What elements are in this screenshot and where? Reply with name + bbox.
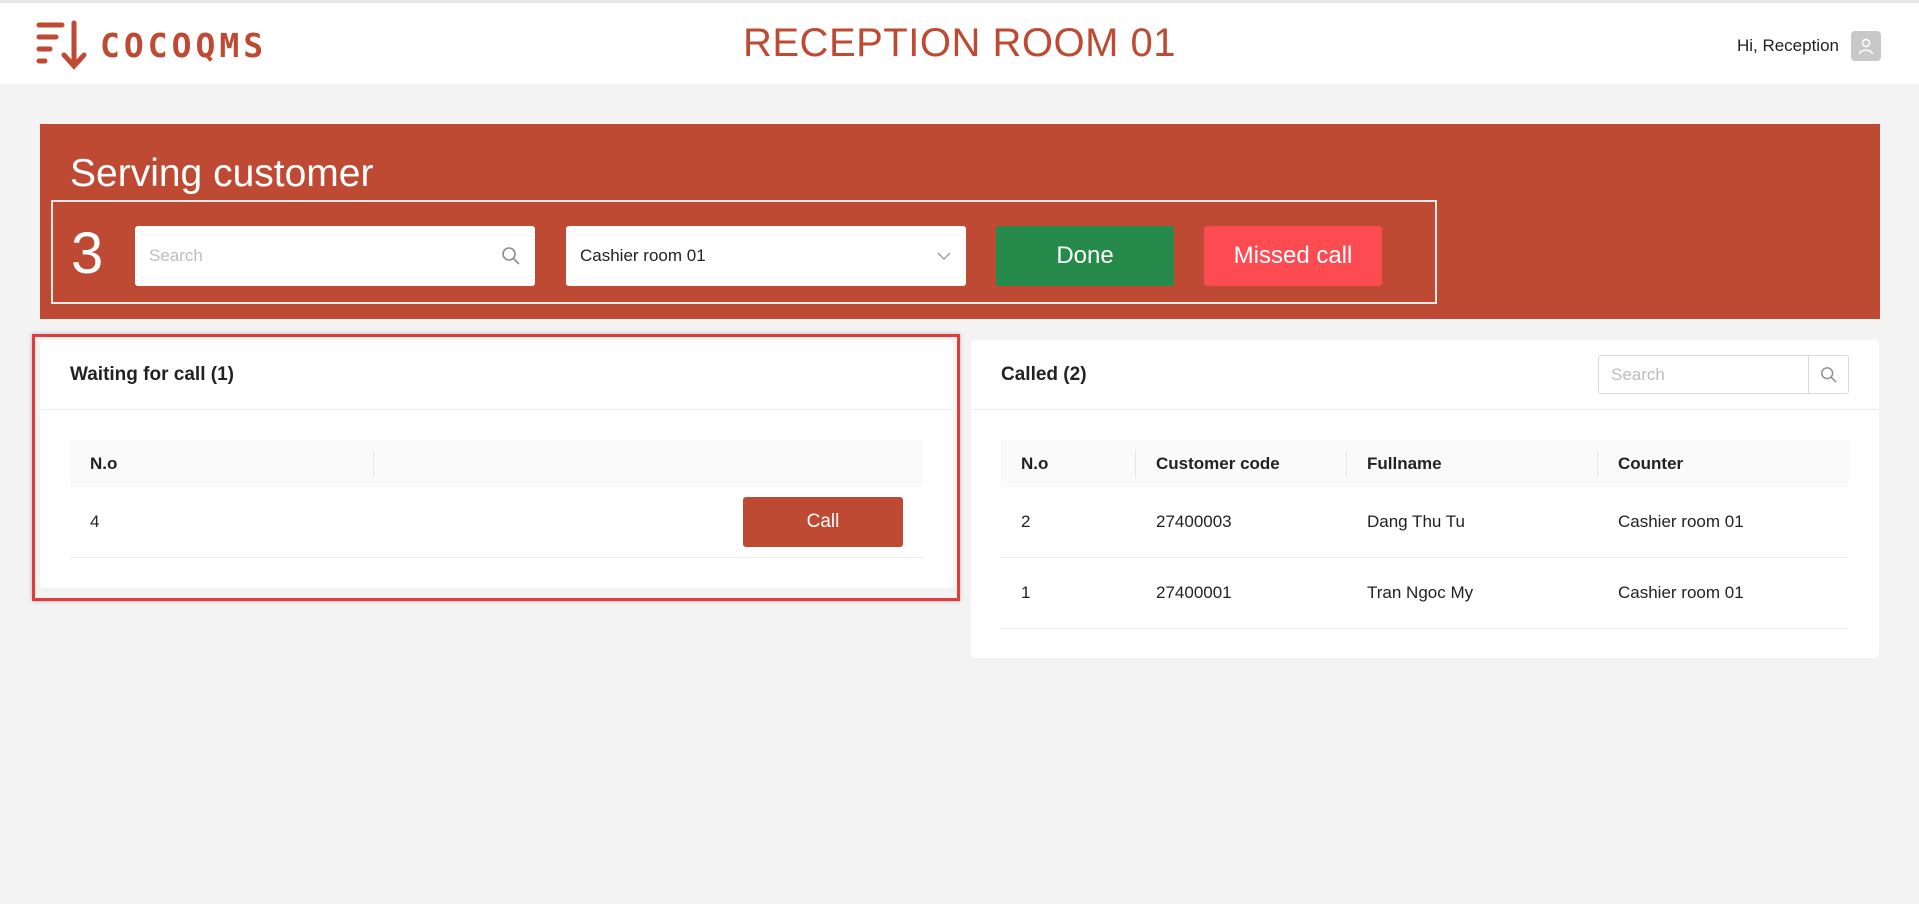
called-no: 2 [1021, 512, 1031, 531]
called-table: N.o Customer code Fullname Counter 2 274… [1001, 440, 1849, 629]
done-button[interactable]: Done [996, 226, 1174, 286]
called-search-button[interactable] [1809, 355, 1849, 394]
called-title: Called (2) [1001, 363, 1087, 385]
user-menu[interactable]: Hi, Reception [1737, 31, 1881, 61]
user-greeting: Hi, Reception [1736, 36, 1839, 55]
serving-search-placeholder: Search [149, 246, 203, 265]
waiting-no: 4 [90, 512, 100, 531]
column-header-counter: Counter [1618, 453, 1684, 473]
waiting-title: Waiting for call (1) [40, 340, 953, 410]
waiting-card: Waiting for call (1) N.o 4 Call [40, 340, 953, 588]
called-header: Called (2) Search [971, 340, 1879, 410]
table-header: N.o [70, 440, 923, 487]
called-customer-code: 27400001 [1156, 583, 1232, 602]
queue-logo-icon [36, 20, 87, 70]
top-header: COCOQMS RECEPTION ROOM 01 Hi, Reception [0, 0, 1919, 84]
table-row: 2 27400003 Dang Thu Tu Cashier room 01 [1001, 487, 1849, 558]
chevron-down-icon [937, 252, 951, 260]
called-no: 1 [1021, 583, 1031, 602]
called-customer-code: 27400003 [1156, 512, 1232, 531]
called-search-input[interactable]: Search [1598, 355, 1809, 394]
waiting-table: N.o 4 Call [70, 440, 923, 558]
serving-search-input[interactable]: Search [135, 226, 535, 286]
table-header: N.o Customer code Fullname Counter [1001, 440, 1849, 487]
waiting-action-cell: Call [374, 497, 923, 547]
user-icon[interactable] [1851, 31, 1881, 61]
column-header-no: N.o [70, 449, 374, 478]
column-header-fullname: Fullname [1347, 449, 1598, 478]
search-icon [1820, 366, 1837, 383]
table-row: 4 Call [70, 487, 923, 558]
called-fullname: Dang Thu Tu [1367, 512, 1465, 531]
column-header-no: N.o [1001, 449, 1136, 478]
brand-logo[interactable]: COCOQMS [36, 19, 267, 71]
current-serving-number: 3 [71, 221, 104, 286]
page-title: RECEPTION ROOM 01 [742, 21, 1176, 65]
call-button[interactable]: Call [743, 497, 903, 547]
serving-panel: Serving customer 3 Search Cashier room 0… [40, 124, 1880, 319]
called-search: Search [1598, 355, 1849, 394]
called-fullname: Tran Ngoc My [1367, 583, 1474, 602]
column-header-customer-code: Customer code [1136, 449, 1347, 478]
missed-call-button[interactable]: Missed call [1204, 226, 1382, 286]
brand-name: COCOQMS [100, 25, 268, 65]
called-card: Called (2) Search N.o Customer code Full… [971, 340, 1879, 658]
serving-title: Serving customer [70, 152, 374, 195]
called-counter: Cashier room 01 [1618, 583, 1744, 602]
called-counter: Cashier room 01 [1618, 512, 1744, 531]
serving-controls-highlight: 3 Search Cashier room 01 Done Missed cal… [51, 200, 1437, 304]
counter-select[interactable]: Cashier room 01 [566, 226, 966, 286]
counter-select-value: Cashier room 01 [580, 246, 706, 265]
table-row: 1 27400001 Tran Ngoc My Cashier room 01 [1001, 558, 1849, 629]
search-icon[interactable] [501, 246, 521, 266]
